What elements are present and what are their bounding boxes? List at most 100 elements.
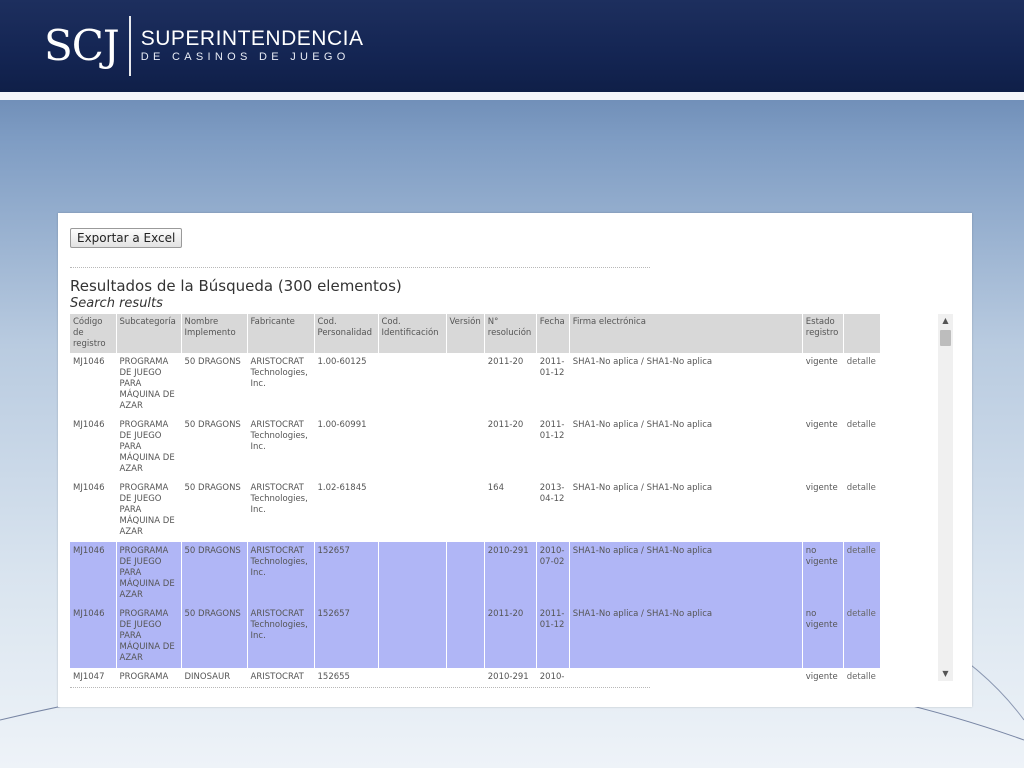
col-resolucion-header[interactable]: N° resolución (484, 314, 537, 353)
cell-firma: SHA1-No aplica / SHA1-No aplica (569, 542, 803, 605)
results-title: Resultados de la Búsqueda (300 elementos… (70, 277, 402, 295)
cell-codigo: MJ1047 (70, 668, 117, 681)
table-row[interactable]: MJ1046 PROGRAMA DE JUEGO PARA MÁQUINA DE… (70, 479, 881, 542)
col-firma-header[interactable]: Firma electrónica (569, 314, 803, 353)
cell-firma: SHA1-No aplica / SHA1-No aplica (569, 353, 803, 416)
col-nombre-header[interactable]: Nombre Implemento (181, 314, 248, 353)
results-panel: Exportar a Excel Resultados de la Búsque… (58, 213, 972, 707)
divider-top (70, 267, 650, 268)
cell-firma: SHA1-No aplica / SHA1-No aplica (569, 479, 803, 542)
cell-fabricante: ARISTOCRAT Technologies, Inc. (247, 353, 315, 416)
cell-fabricante: ARISTOCRAT Technologies, Inc. (247, 416, 315, 479)
cell-version (446, 479, 485, 542)
cell-fecha: 2011-01-12 (536, 353, 570, 416)
scroll-thumb[interactable] (940, 330, 951, 346)
divider-bottom (70, 687, 650, 688)
vertical-scrollbar[interactable]: ▲ ▼ (938, 314, 953, 681)
cell-resolucion: 2010-291 (484, 542, 537, 605)
cell-estado: vigente (802, 668, 844, 681)
cell-version (446, 416, 485, 479)
cell-identificacion (378, 542, 447, 605)
cell-resolucion: 2011-20 (484, 605, 537, 668)
col-personalidad-header[interactable]: Cod. Personalidad (314, 314, 379, 353)
col-identificacion-header[interactable]: Cod. Identificación (378, 314, 447, 353)
cell-estado: no vigente (802, 542, 844, 605)
cell-nombre: 50 DRAGONS (181, 353, 248, 416)
col-codigo-header[interactable]: Código de registro (70, 314, 117, 353)
cell-identificacion (378, 605, 447, 668)
cell-identificacion (378, 353, 447, 416)
col-actions-header (843, 314, 881, 353)
scroll-down-icon[interactable]: ▼ (938, 667, 953, 681)
detalle-link[interactable]: detalle (843, 668, 881, 681)
cell-resolucion: 2011-20 (484, 353, 537, 416)
detalle-link[interactable]: detalle (843, 416, 881, 479)
detalle-link[interactable]: detalle (843, 479, 881, 542)
logo-text: SUPERINTENDENCIA DE CASINOS DE JUEGO (141, 28, 364, 64)
detalle-link[interactable]: detalle (843, 605, 881, 668)
cell-nombre: 50 DRAGONS (181, 416, 248, 479)
cell-identificacion (378, 416, 447, 479)
cell-subcategoria: PROGRAMA DE JUEGO PARA MÁQUINA DE AZAR (116, 479, 182, 542)
cell-resolucion: 164 (484, 479, 537, 542)
cell-subcategoria: PROGRAMA DE JUEGO PARA MÁQUINA DE AZAR (116, 416, 182, 479)
cell-version (446, 605, 485, 668)
table-row-selected[interactable]: MJ1046 PROGRAMA DE JUEGO PARA MÁQUINA DE… (70, 542, 881, 605)
results-table: Código de registro Subcategoría Nombre I… (70, 314, 881, 681)
cell-version (446, 542, 485, 605)
scroll-up-icon[interactable]: ▲ (938, 314, 953, 328)
site-header: SCJ SUPERINTENDENCIA DE CASINOS DE JUEGO (0, 0, 1024, 92)
header-divider (0, 92, 1024, 100)
cell-personalidad: 152657 (314, 605, 379, 668)
cell-nombre: DINOSAUR (181, 668, 248, 681)
cell-resolucion: 2011-20 (484, 416, 537, 479)
cell-resolucion: 2010-291 (484, 668, 537, 681)
cell-fecha: 2010-07-02 (536, 542, 570, 605)
cell-fabricante: ARISTOCRAT Technologies, Inc. (247, 479, 315, 542)
cell-version (446, 668, 485, 681)
logo-mark: SCJ (44, 21, 120, 70)
logo-divider (128, 16, 131, 76)
cell-identificacion (378, 668, 447, 681)
cell-firma: SHA1-No aplica / SHA1-No aplica (569, 416, 803, 479)
cell-fabricante: ARISTOCRAT Technologies, Inc. (247, 542, 315, 605)
col-subcategoria-header[interactable]: Subcategoría (116, 314, 182, 353)
cell-codigo: MJ1046 (70, 353, 117, 416)
cell-codigo: MJ1046 (70, 479, 117, 542)
cell-personalidad: 1.00-60991 (314, 416, 379, 479)
cell-personalidad: 1.00-60125 (314, 353, 379, 416)
col-version-header[interactable]: Versión (446, 314, 485, 353)
cell-subcategoria: PROGRAMA DE JUEGO PARA MÁQUINA DE AZAR (116, 353, 182, 416)
detalle-link[interactable]: detalle (843, 353, 881, 416)
cell-estado: vigente (802, 479, 844, 542)
table-row-selected[interactable]: MJ1046 PROGRAMA DE JUEGO PARA MÁQUINA DE… (70, 605, 881, 668)
export-excel-button[interactable]: Exportar a Excel (70, 228, 183, 248)
cell-fecha: 2011-01-12 (536, 416, 570, 479)
cell-version (446, 353, 485, 416)
table-row[interactable]: MJ1046 PROGRAMA DE JUEGO PARA MÁQUINA DE… (70, 416, 881, 479)
logo-title: SUPERINTENDENCIA (140, 27, 364, 50)
cell-codigo: MJ1046 (70, 416, 117, 479)
results-table-container[interactable]: Código de registro Subcategoría Nombre I… (70, 314, 900, 681)
table-row[interactable]: MJ1046 PROGRAMA DE JUEGO PARA MÁQUINA DE… (70, 353, 881, 416)
cell-fabricante: ARISTOCRAT Technologies, (247, 668, 315, 681)
cell-identificacion (378, 479, 447, 542)
cell-personalidad: 152657 (314, 542, 379, 605)
logo-subtitle: DE CASINOS DE JUEGO (140, 51, 350, 63)
cell-subcategoria: PROGRAMA DE JUEGO (116, 668, 182, 681)
scj-logo: SCJ SUPERINTENDENCIA DE CASINOS DE JUEGO (44, 16, 363, 76)
col-estado-header[interactable]: Estado registro (802, 314, 844, 353)
cell-personalidad: 1.02-61845 (314, 479, 379, 542)
detalle-link[interactable]: detalle (843, 542, 881, 605)
table-row[interactable]: MJ1047 PROGRAMA DE JUEGO DINOSAUR ARISTO… (70, 668, 881, 681)
cell-estado: vigente (802, 353, 844, 416)
col-fecha-header[interactable]: Fecha (536, 314, 570, 353)
cell-firma: SHA1-No aplica / SHA1-No aplica (569, 605, 803, 668)
cell-codigo: MJ1046 (70, 542, 117, 605)
cell-subcategoria: PROGRAMA DE JUEGO PARA MÁQUINA DE AZAR (116, 605, 182, 668)
cell-fabricante: ARISTOCRAT Technologies, Inc. (247, 605, 315, 668)
cell-fecha: 2013-04-12 (536, 479, 570, 542)
col-fabricante-header[interactable]: Fabricante (247, 314, 315, 353)
cell-fecha: 2011-01-12 (536, 605, 570, 668)
cell-fecha: 2010-07-02 (536, 668, 570, 681)
